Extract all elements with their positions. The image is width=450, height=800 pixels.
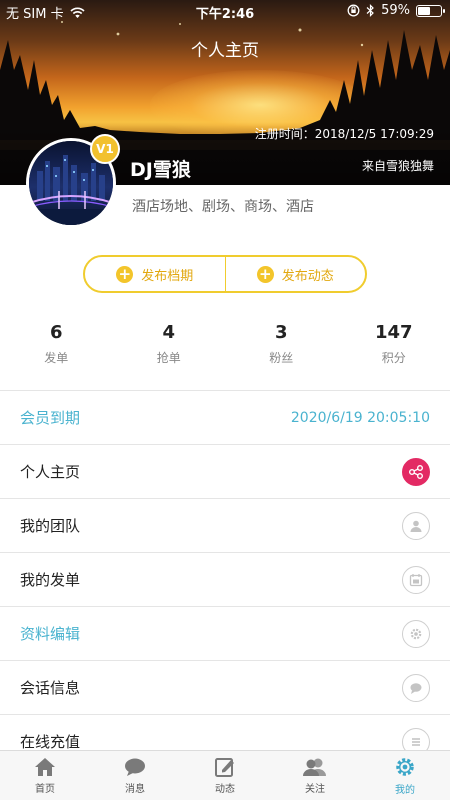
chat-icon: [402, 673, 430, 702]
stat-points[interactable]: 147 积分: [338, 322, 450, 372]
stat-orders-grabbed[interactable]: 4 抢单: [113, 322, 226, 372]
tab-dynamics[interactable]: 动态: [180, 751, 270, 800]
register-time: 注册时间：2018/12/5 17:09:29: [254, 127, 434, 141]
tab-home[interactable]: 首页: [0, 751, 90, 800]
membership-row: 会员到期 2020/6/19 20:05:10: [0, 390, 450, 444]
menu-item-homepage[interactable]: 个人主页: [0, 444, 450, 498]
membership-label: 会员到期: [20, 409, 81, 427]
menu-list: 会员到期 2020/6/19 20:05:10 个人主页 我的团队 我的发单 资…: [0, 390, 450, 768]
tab-mine[interactable]: 我的: [360, 751, 450, 800]
publish-schedule-button[interactable]: + 发布档期: [85, 257, 225, 291]
home-icon: [35, 757, 55, 776]
stats-row: 6 发单 4 抢单 3 粉丝 147 积分: [0, 322, 450, 372]
status-right: 59%: [347, 3, 445, 18]
tab-label: 动态: [215, 783, 235, 795]
stat-value: 6: [49, 322, 63, 343]
status-bar: 无 SIM 卡 下午2:46 59%: [0, 0, 450, 22]
calendar-icon: [402, 565, 430, 594]
service-tags: 酒店场地、剧场、商场、酒店: [132, 199, 314, 215]
battery-fill: [418, 6, 430, 15]
stat-label: 积分: [381, 351, 406, 365]
battery-text: 59%: [381, 3, 410, 18]
stat-label: 粉丝: [269, 351, 294, 365]
menu-item-team[interactable]: 我的团队: [0, 498, 450, 552]
tab-messages[interactable]: 消息: [90, 751, 180, 800]
menu-item-label: 在线充值: [20, 733, 81, 751]
gear-icon: [396, 757, 414, 776]
publish-dynamic-label: 发布动态: [281, 268, 334, 284]
menu-item-chat[interactable]: 会话信息: [0, 660, 450, 714]
stat-value: 3: [274, 322, 288, 343]
stat-fans[interactable]: 3 粉丝: [225, 322, 338, 372]
tab-label: 关注: [305, 783, 325, 795]
user-icon: [402, 511, 430, 540]
orientation-lock-icon: [347, 4, 360, 17]
plus-icon: +: [256, 265, 274, 283]
profile-page: 无 SIM 卡 下午2:46 59% 个人主页 注册时间：2018/12/5 1…: [0, 0, 450, 800]
share-icon: [402, 457, 430, 486]
from-text: 来自雪狼独舞: [361, 159, 434, 173]
stat-orders-sent[interactable]: 6 发单: [0, 322, 113, 372]
stat-label: 抢单: [156, 351, 181, 365]
menu-item-label: 个人主页: [20, 463, 81, 481]
stat-label: 发单: [44, 351, 69, 365]
tab-label: 我的: [395, 784, 415, 796]
stat-value: 147: [374, 322, 413, 343]
message-icon: [125, 758, 145, 776]
page-title: 个人主页: [191, 41, 259, 61]
membership-expiry: 2020/6/19 20:05:10: [290, 409, 430, 426]
menu-item-label: 资料编辑: [20, 625, 81, 643]
menu-item-label: 我的发单: [20, 571, 81, 589]
bluetooth-icon: [366, 4, 374, 17]
menu-item-label: 会话信息: [20, 679, 81, 697]
vip-badge: V1: [90, 134, 120, 164]
menu-item-label: 我的团队: [20, 517, 81, 535]
stat-value: 4: [162, 322, 176, 343]
follow-icon: [303, 758, 326, 776]
publish-schedule-label: 发布档期: [141, 268, 194, 284]
gear-icon: [402, 619, 430, 648]
tab-label: 首页: [35, 783, 55, 795]
bottom-tab-bar: 首页 消息 动态 关注 我的: [0, 750, 450, 800]
battery-icon: [416, 4, 445, 17]
tab-follow[interactable]: 关注: [270, 751, 360, 800]
action-button-group: + 发布档期 + 发布动态: [83, 255, 367, 293]
plus-icon: +: [116, 265, 134, 283]
tab-label: 消息: [125, 783, 145, 795]
menu-item-my-orders[interactable]: 我的发单: [0, 552, 450, 606]
edit-icon: [215, 757, 234, 777]
publish-dynamic-button[interactable]: + 发布动态: [224, 257, 366, 291]
menu-item-edit-profile[interactable]: 资料编辑: [0, 606, 450, 660]
username: DJ雪狼: [130, 159, 191, 181]
